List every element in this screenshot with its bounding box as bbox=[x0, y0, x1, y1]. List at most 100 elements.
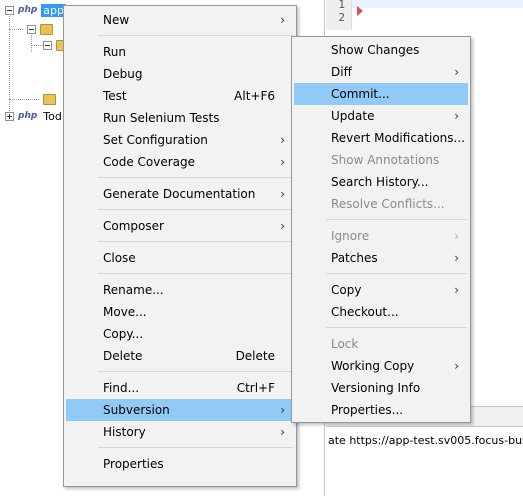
line-number: 1 bbox=[338, 0, 345, 11]
menu-item-label: Test bbox=[103, 89, 127, 103]
tree-guide-line bbox=[9, 99, 39, 100]
line-number: 2 bbox=[338, 11, 345, 24]
menu-item-shortcut: Ctrl+F bbox=[236, 381, 275, 395]
menu-item-label: Lock bbox=[331, 337, 359, 351]
tree-node-label[interactable]: Tod bbox=[41, 110, 64, 123]
php-project-icon: php bbox=[18, 111, 38, 121]
tree-node-app-project[interactable]: php app bbox=[5, 2, 67, 18]
menu-item-label: Commit... bbox=[331, 87, 390, 101]
menu-separator bbox=[326, 219, 467, 220]
menu-item-label: Composer bbox=[103, 219, 164, 233]
menu-item-label: Ignore bbox=[331, 229, 370, 243]
menu-separator bbox=[98, 447, 293, 448]
menu-item-label: Debug bbox=[103, 67, 143, 81]
menu-item-label: Show Annotations bbox=[331, 153, 440, 167]
menu-separator bbox=[98, 209, 293, 210]
submenu-arrow-icon: › bbox=[454, 65, 459, 79]
subversion-submenu: Show Changes Diff › Commit... Update › R… bbox=[291, 36, 471, 423]
menu-item-ignore: Ignore › bbox=[294, 225, 468, 247]
menu-item-label: Copy... bbox=[103, 327, 144, 341]
menu-item-patches[interactable]: Patches › bbox=[294, 247, 468, 269]
menu-item-run-selenium-tests[interactable]: Run Selenium Tests bbox=[66, 107, 294, 129]
menu-separator bbox=[98, 371, 293, 372]
menu-item-composer[interactable]: Composer › bbox=[66, 215, 294, 237]
submenu-arrow-icon: › bbox=[454, 283, 459, 297]
submenu-arrow-icon: › bbox=[280, 219, 285, 233]
menu-item-checkout[interactable]: Checkout... bbox=[294, 301, 468, 323]
menu-item-copy[interactable]: Copy › bbox=[294, 279, 468, 301]
current-line-highlight bbox=[352, 0, 523, 8]
menu-item-label: Working Copy bbox=[331, 359, 415, 373]
menu-item-close[interactable]: Close bbox=[66, 247, 294, 269]
menu-separator bbox=[98, 35, 293, 36]
menu-item-revert-modifications[interactable]: Revert Modifications... bbox=[294, 127, 468, 149]
menu-item-new[interactable]: New › bbox=[66, 9, 294, 31]
menu-item-shortcut: Alt+F6 bbox=[234, 89, 275, 103]
collapse-icon[interactable] bbox=[43, 40, 52, 50]
submenu-arrow-icon: › bbox=[280, 187, 285, 201]
menu-item-label: Versioning Info bbox=[331, 381, 421, 395]
menu-item-label: Show Changes bbox=[331, 43, 420, 57]
menu-item-label: Subversion bbox=[103, 403, 170, 417]
menu-item-label: Diff bbox=[331, 65, 352, 79]
menu-item-label: Revert Modifications... bbox=[331, 131, 465, 145]
menu-item-find[interactable]: Find... Ctrl+F bbox=[66, 377, 294, 399]
collapse-icon[interactable] bbox=[27, 24, 36, 34]
menu-item-label: Run Selenium Tests bbox=[103, 111, 220, 125]
menu-item-label: Search History... bbox=[331, 175, 429, 189]
submenu-arrow-icon: › bbox=[280, 425, 285, 439]
menu-item-label: Close bbox=[103, 251, 136, 265]
menu-item-set-configuration[interactable]: Set Configuration › bbox=[66, 129, 294, 151]
menu-item-rename[interactable]: Rename... bbox=[66, 279, 294, 301]
menu-item-label: Resolve Conflicts... bbox=[331, 197, 445, 211]
error-marker-icon bbox=[357, 6, 363, 16]
tree-node-include-path[interactable] bbox=[39, 91, 56, 107]
menu-separator bbox=[98, 241, 293, 242]
menu-separator bbox=[326, 327, 467, 328]
menu-item-label: Move... bbox=[103, 305, 147, 319]
menu-item-update[interactable]: Update › bbox=[294, 105, 468, 127]
menu-item-label: Run bbox=[103, 45, 127, 59]
menu-item-resolve-conflicts: Resolve Conflicts... bbox=[294, 193, 468, 215]
menu-item-generate-documentation[interactable]: Generate Documentation › bbox=[66, 183, 294, 205]
menu-item-label: Checkout... bbox=[331, 305, 399, 319]
tree-node-second-project[interactable]: php Tod bbox=[5, 108, 64, 124]
menu-item-label: Properties bbox=[103, 457, 164, 471]
menu-item-copy[interactable]: Copy... bbox=[66, 323, 294, 345]
menu-item-label: Generate Documentation bbox=[103, 187, 256, 201]
menu-item-commit[interactable]: Commit... bbox=[294, 83, 468, 105]
menu-item-working-copy[interactable]: Working Copy › bbox=[294, 355, 468, 377]
menu-item-subversion[interactable]: Subversion › bbox=[66, 399, 294, 421]
menu-item-run[interactable]: Run bbox=[66, 41, 294, 63]
submenu-arrow-icon: › bbox=[280, 133, 285, 147]
menu-item-test[interactable]: Test Alt+F6 bbox=[66, 85, 294, 107]
folder-icon bbox=[40, 23, 53, 35]
menu-item-delete[interactable]: Delete Delete bbox=[66, 345, 294, 367]
menu-item-label: History bbox=[103, 425, 146, 439]
tree-guide-line bbox=[9, 29, 23, 30]
collapse-icon[interactable] bbox=[5, 5, 14, 15]
menu-item-move[interactable]: Move... bbox=[66, 301, 294, 323]
menu-item-lock: Lock bbox=[294, 333, 468, 355]
menu-item-debug[interactable]: Debug bbox=[66, 63, 294, 85]
menu-item-properties[interactable]: Properties... bbox=[294, 399, 468, 421]
menu-item-code-coverage[interactable]: Code Coverage › bbox=[66, 151, 294, 173]
submenu-arrow-icon: › bbox=[454, 251, 459, 265]
menu-item-label: Code Coverage bbox=[103, 155, 196, 169]
menu-item-show-changes[interactable]: Show Changes bbox=[294, 39, 468, 61]
line-number-gutter: 1 2 bbox=[326, 0, 352, 30]
menu-item-diff[interactable]: Diff › bbox=[294, 61, 468, 83]
submenu-arrow-icon: › bbox=[280, 13, 285, 27]
menu-separator bbox=[98, 177, 293, 178]
expand-icon[interactable] bbox=[5, 111, 14, 121]
menu-item-history[interactable]: History › bbox=[66, 421, 294, 443]
menu-item-properties[interactable]: Properties bbox=[66, 453, 294, 475]
menu-item-label: Patches bbox=[331, 251, 378, 265]
tree-node-source-files[interactable] bbox=[27, 21, 53, 37]
menu-item-search-history[interactable]: Search History... bbox=[294, 171, 468, 193]
submenu-arrow-icon: › bbox=[454, 109, 459, 123]
menu-item-show-annotations: Show Annotations bbox=[294, 149, 468, 171]
menu-item-versioning-info[interactable]: Versioning Info bbox=[294, 377, 468, 399]
menu-separator bbox=[326, 273, 467, 274]
menu-item-label: Update bbox=[331, 109, 375, 123]
